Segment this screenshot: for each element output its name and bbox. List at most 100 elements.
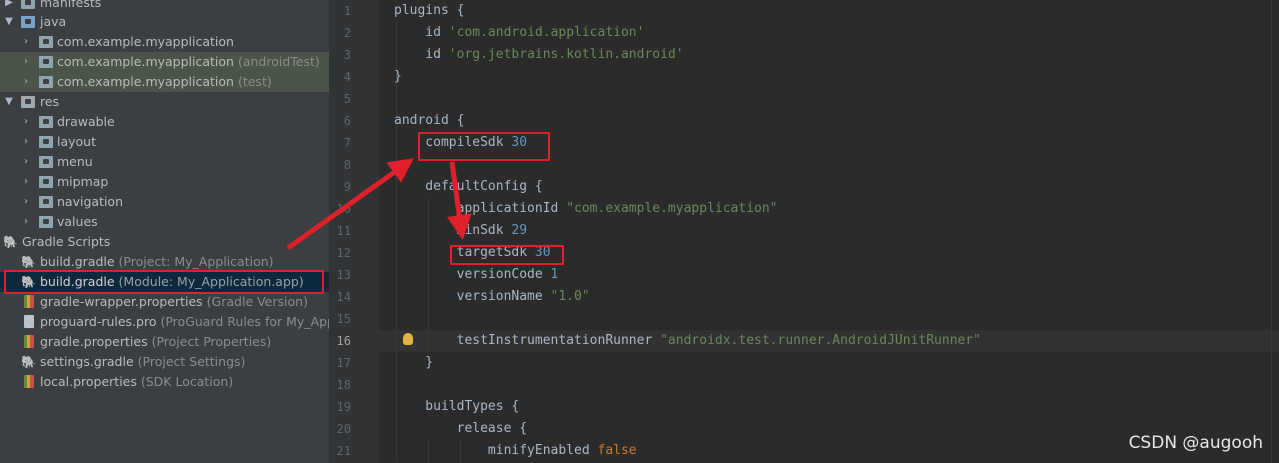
tree-item-package-test[interactable]: › com.example.myapplication (test) <box>0 72 329 92</box>
properties-file-icon <box>24 335 34 348</box>
line-number[interactable]: 9 <box>329 176 351 198</box>
line-number[interactable]: 19 <box>329 396 351 418</box>
code-line[interactable]: buildTypes { <box>394 396 519 418</box>
tree-item-name: com.example.myapplication <box>57 54 234 69</box>
code-line[interactable]: release { <box>394 418 527 440</box>
chevron-right-icon[interactable]: › <box>20 212 32 232</box>
chevron-right-icon[interactable]: › <box>20 72 32 92</box>
code-token: minifyEnabled <box>394 443 598 458</box>
code-line[interactable]: minifyEnabled false <box>394 440 637 462</box>
line-number[interactable]: 12 <box>329 242 351 264</box>
code-editor[interactable]: plugins { id 'com.android.application' i… <box>379 0 1279 463</box>
line-number[interactable]: 3 <box>329 44 351 66</box>
line-number[interactable]: 18 <box>329 374 351 396</box>
line-number[interactable]: 20 <box>329 418 351 440</box>
line-number-gutter[interactable]: 1 2 3 4 5 6 7 8 9 10 11 12 13 14 15 16 17 18 19 20 21 <box>329 0 391 463</box>
line-number[interactable]: 7 <box>329 132 351 154</box>
line-number[interactable]: 14 <box>329 286 351 308</box>
code-token: compileSdk <box>394 135 512 150</box>
tree-item-gradle-scripts[interactable]: 🐘 Gradle Scripts <box>0 232 329 252</box>
tree-item-local-properties[interactable]: local.properties (SDK Location) <box>0 372 329 392</box>
tree-item-proguard-rules[interactable]: proguard-rules.pro (ProGuard Rules for M… <box>0 312 329 332</box>
chevron-right-icon[interactable]: › <box>20 52 32 72</box>
code-line[interactable]: android { <box>394 110 464 132</box>
chevron-right-icon[interactable]: › <box>20 172 32 192</box>
chevron-right-icon[interactable]: › <box>20 32 32 52</box>
tree-item-menu[interactable]: › menu <box>0 152 329 172</box>
tree-item-settings-gradle[interactable]: 🐘 settings.gradle (Project Settings) <box>0 352 329 372</box>
tree-item-label: menu <box>57 154 93 169</box>
project-tree-panel[interactable]: ▶ manifests ▼ java › com.example.myappli… <box>0 0 329 463</box>
tree-item-values[interactable]: › values <box>0 212 329 232</box>
lightbulb-icon[interactable] <box>403 333 413 345</box>
tree-item-label: com.example.myapplication (test) <box>57 72 272 92</box>
line-number[interactable]: 4 <box>329 66 351 88</box>
tree-item-build-gradle-project[interactable]: 🐘 build.gradle (Project: My_Application) <box>0 252 329 272</box>
tree-item-build-gradle-module[interactable]: 🐘 build.gradle (Module: My_Application.a… <box>0 272 329 292</box>
chevron-down-icon[interactable]: ▼ <box>3 12 15 32</box>
tree-item-mipmap[interactable]: › mipmap <box>0 172 329 192</box>
tree-item-hint: (Project: My_Application) <box>118 254 274 269</box>
code-token: "1.0" <box>550 289 590 304</box>
tree-item-name: local.properties <box>40 374 137 389</box>
code-token: id <box>394 25 449 40</box>
tree-item-res[interactable]: ▼ res <box>0 92 329 112</box>
code-line[interactable]: versionName "1.0" <box>394 286 590 308</box>
code-line[interactable]: versionCode 1 <box>394 264 559 286</box>
line-number[interactable]: 16 <box>329 330 351 352</box>
tree-item-layout[interactable]: › layout <box>0 132 329 152</box>
line-number[interactable]: 6 <box>329 110 351 132</box>
tree-item-label: navigation <box>57 194 123 209</box>
line-number[interactable]: 13 <box>329 264 351 286</box>
code-line[interactable]: } <box>394 352 433 374</box>
gradle-elephant-icon: 🐘 <box>21 355 36 369</box>
code-line[interactable]: id 'org.jetbrains.kotlin.android' <box>394 44 683 66</box>
tree-item-gradle-wrapper[interactable]: gradle-wrapper.properties (Gradle Versio… <box>0 292 329 312</box>
tree-item-gradle-properties[interactable]: gradle.properties (Project Properties) <box>0 332 329 352</box>
chevron-right-icon[interactable]: › <box>20 112 32 132</box>
code-line[interactable]: minSdk 29 <box>394 220 527 242</box>
tree-item-label: mipmap <box>57 174 109 189</box>
code-line[interactable]: defaultConfig { <box>394 176 542 198</box>
line-number[interactable]: 21 <box>329 440 351 462</box>
folder-icon <box>21 16 35 28</box>
tree-item-label: build.gradle (Project: My_Application) <box>40 252 274 272</box>
line-number[interactable]: 2 <box>329 22 351 44</box>
tree-item-label: local.properties (SDK Location) <box>40 372 233 392</box>
chevron-right-icon[interactable]: › <box>20 152 32 172</box>
code-line[interactable]: targetSdk 30 <box>394 242 551 264</box>
folder-icon <box>39 156 53 168</box>
chevron-right-icon[interactable]: › <box>20 132 32 152</box>
line-number[interactable]: 10 <box>329 198 351 220</box>
line-number[interactable]: 5 <box>329 88 351 110</box>
right-margin-guide <box>1271 0 1272 463</box>
line-number[interactable]: 8 <box>329 154 351 176</box>
code-line[interactable]: } <box>394 66 402 88</box>
line-number[interactable]: 11 <box>329 220 351 242</box>
line-number[interactable]: 17 <box>329 352 351 374</box>
tree-item-java[interactable]: ▼ java <box>0 12 329 32</box>
tree-item-label: gradle.properties (Project Properties) <box>40 332 271 352</box>
tree-item-label: settings.gradle (Project Settings) <box>40 352 245 372</box>
line-number[interactable]: 1 <box>329 0 351 22</box>
tree-item-navigation[interactable]: › navigation <box>0 192 329 212</box>
code-token: 30 <box>534 245 551 260</box>
tree-item-name: gradle.properties <box>40 334 148 349</box>
code-line[interactable]: compileSdk 30 <box>394 132 527 154</box>
code-line[interactable]: id 'com.android.application' <box>394 22 644 44</box>
code-token: android { <box>394 113 465 128</box>
code-token: versionName <box>394 289 551 304</box>
gradle-elephant-icon: 🐘 <box>3 235 18 249</box>
tree-item-drawable[interactable]: › drawable <box>0 112 329 132</box>
folder-icon <box>39 216 53 228</box>
line-number[interactable]: 15 <box>329 308 351 330</box>
chevron-down-icon[interactable]: ▼ <box>3 92 15 112</box>
folder-icon <box>39 136 53 148</box>
tree-item-package-main[interactable]: › com.example.myapplication <box>0 32 329 52</box>
code-line[interactable]: plugins { <box>394 0 464 22</box>
code-line[interactable]: applicationId "com.example.myapplication… <box>394 198 778 220</box>
code-line[interactable]: testInstrumentationRunner "androidx.test… <box>394 330 981 352</box>
tree-item-package-androidtest[interactable]: › com.example.myapplication (androidTest… <box>0 52 329 72</box>
chevron-right-icon[interactable]: › <box>20 192 32 212</box>
tree-item-label: gradle-wrapper.properties (Gradle Versio… <box>40 292 308 312</box>
